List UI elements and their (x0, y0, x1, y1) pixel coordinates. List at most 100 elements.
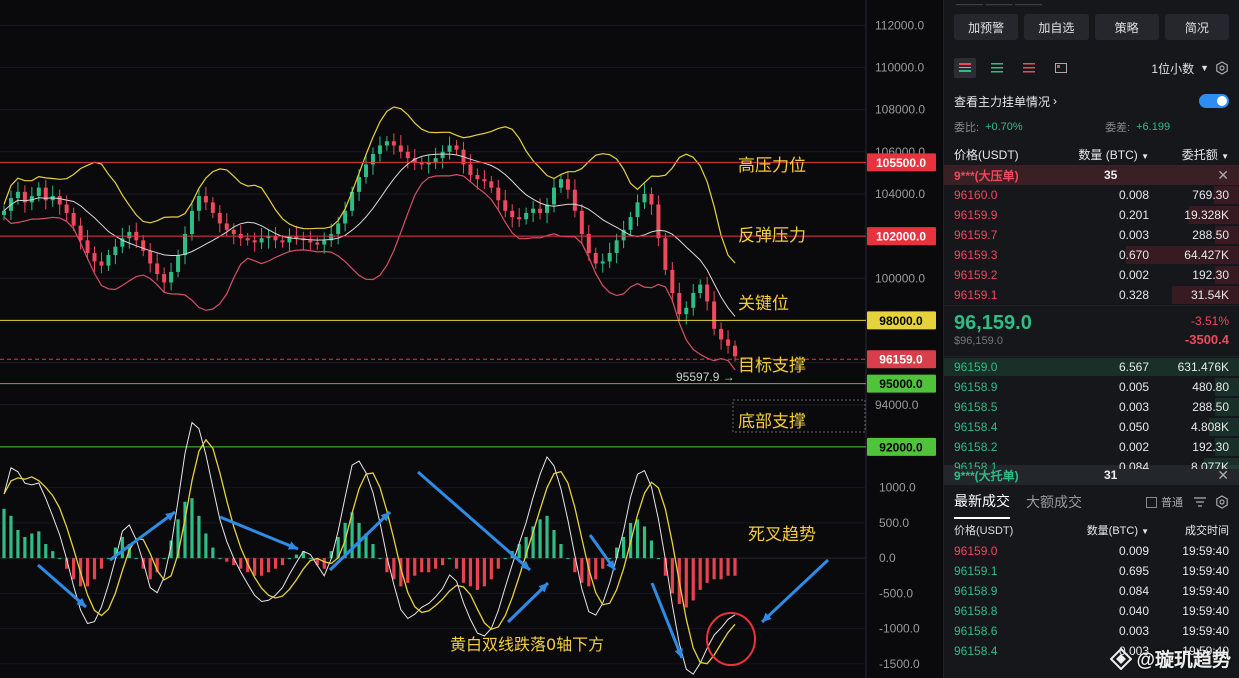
col-amount-header[interactable]: 委托额 ▼ (1149, 146, 1229, 163)
candle-body (579, 210, 584, 234)
orderbook-compact-icon[interactable] (1050, 58, 1072, 78)
trend-arrow (417, 470, 531, 572)
settings-icon[interactable] (1215, 61, 1229, 75)
trade-time: 19:59:40 (1182, 604, 1229, 618)
macd-bar (371, 544, 375, 559)
close-icon[interactable]: ✕ (1217, 167, 1229, 184)
candle-body (64, 204, 69, 213)
close-icon[interactable]: ✕ (1217, 467, 1229, 484)
candle-body (127, 231, 132, 239)
macd-bar (239, 558, 243, 569)
macd-bar (280, 558, 285, 566)
macd-tick-label: 500.0 (879, 516, 909, 530)
trade-qty: 0.003 (1118, 624, 1149, 638)
summary-button[interactable]: 简况 (1164, 14, 1229, 40)
bid-row[interactable]: 96158.2 0.002 192.30 (944, 437, 1239, 457)
commission-diff-value: +6.199 (1136, 121, 1171, 133)
ask-row[interactable]: 96159.3 0.670 64.427K (944, 245, 1239, 265)
macd-bar (92, 558, 97, 580)
macd-bar (447, 558, 452, 560)
trade-row: 96158.8 0.040 19:59:40 (944, 601, 1239, 621)
candle-body (489, 181, 494, 188)
lines-annotation: 黄白双线跌落0轴下方 (450, 635, 604, 654)
candle-body (377, 145, 382, 154)
chevron-down-icon: ▼ (1200, 63, 1209, 73)
candle-body (252, 240, 257, 243)
macd-bar (705, 558, 709, 583)
level-annotation: 关键位 (738, 294, 789, 314)
chart-svg[interactable]: 112000.0110000.0108000.0106000.0104000.0… (0, 0, 943, 678)
strategy-button[interactable]: 策略 (1094, 14, 1159, 40)
level-tag-label: 98000.0 (879, 314, 923, 328)
candle-body (670, 269, 675, 294)
macd-bar (204, 533, 208, 559)
ask-qty: 0.201 (1118, 208, 1149, 222)
main-orders-row[interactable]: 查看主力挂单情况 › (944, 87, 1239, 115)
ask-row[interactable]: 96159.7 0.003 288.50 (944, 225, 1239, 245)
trade-col-price: 价格(USDT) (954, 525, 1014, 537)
bid-amount: 8.077K (1190, 460, 1229, 469)
ask-price: 96160.0 (954, 188, 998, 202)
col-qty-header[interactable]: 数量 (BTC) ▼ (1064, 146, 1149, 163)
ask-amount: 288.50 (1192, 228, 1229, 242)
orderbook-bids-icon[interactable] (986, 58, 1008, 78)
trade-qty: 0.009 (1118, 544, 1149, 558)
trade-col-qty[interactable]: 数量(BTC) ▼ (1064, 522, 1149, 538)
orderbook-both-icon[interactable] (954, 58, 976, 78)
price-tick-label: 94000.0 (875, 398, 919, 412)
macd-bar (51, 551, 55, 559)
ask-amount: 192.30 (1192, 268, 1229, 282)
macd-bar (712, 558, 716, 580)
candle-body (649, 193, 654, 205)
ask-row[interactable]: 96160.0 0.008 769.30 (944, 185, 1239, 205)
candle-body (36, 187, 41, 197)
macd-bar (120, 536, 124, 559)
level-annotation: 目标支撑 (738, 356, 806, 376)
big-sell-band: 9***(大压单) 35 ✕ (944, 165, 1239, 185)
candle-body (642, 193, 647, 203)
trade-qty: 0.003 (1118, 644, 1149, 658)
ask-row[interactable]: 96159.9 0.201 19.328K (944, 205, 1239, 225)
last-price-usd: $96,159.0 (954, 335, 1003, 347)
ask-row[interactable]: 96159.1 0.328 31.54K (944, 285, 1239, 305)
macd-bar (733, 558, 737, 576)
bid-row[interactable]: 96158.9 0.005 480.80 (944, 377, 1239, 397)
candle-body (280, 240, 285, 243)
candle-body (538, 208, 543, 213)
settings-icon[interactable] (1215, 495, 1229, 509)
ask-row[interactable]: 96159.2 0.002 192.30 (944, 265, 1239, 285)
bid-row[interactable]: 96158.4 0.050 4.808K (944, 417, 1239, 437)
bid-amount: 4.808K (1190, 420, 1229, 434)
decimal-select[interactable]: 1位小数 ▼ (1151, 60, 1229, 77)
trade-qty: 0.695 (1118, 564, 1149, 578)
ask-amount: 769.30 (1192, 188, 1229, 202)
macd-bar (266, 558, 271, 573)
add-watchlist-button[interactable]: 加自选 (1024, 14, 1089, 40)
price-tick-label: 100000.0 (875, 271, 925, 285)
candle-body (531, 208, 536, 213)
bid-price: 96158.1 (954, 460, 998, 469)
chart-area[interactable]: 112000.0 110000.0 108000.0 106000.0 104000.0… (0, 0, 943, 678)
macd-bar (253, 558, 257, 576)
tab-latest-trades[interactable]: 最新成交 (954, 485, 1010, 519)
bid-amount: 288.50 (1192, 400, 1229, 414)
candle-body (217, 212, 222, 224)
normal-checkbox[interactable]: 普通 (1146, 494, 1183, 510)
trade-time: 19:59:40 (1182, 624, 1229, 638)
add-alert-button[interactable]: 加预警 (954, 14, 1019, 40)
candle-body (524, 212, 529, 220)
bid-row[interactable]: 96158.5 0.003 288.50 (944, 397, 1239, 417)
main-orders-toggle[interactable] (1199, 94, 1229, 108)
macd-bar (2, 508, 6, 559)
orderbook-asks-icon[interactable] (1018, 58, 1040, 78)
filter-icon[interactable] (1193, 496, 1207, 508)
candle-body (315, 242, 320, 245)
bid-row[interactable]: 96159.0 6.567 631.476K (944, 357, 1239, 377)
candle-body (691, 293, 696, 308)
macd-bar (392, 558, 396, 580)
last-price: 96,159.0 (954, 312, 1032, 334)
bid-row[interactable]: 96158.1 0.084 8.077K (944, 457, 1239, 469)
tab-large-trades[interactable]: 大额成交 (1026, 492, 1082, 512)
candle-body (210, 202, 215, 213)
candle-body (551, 187, 556, 205)
